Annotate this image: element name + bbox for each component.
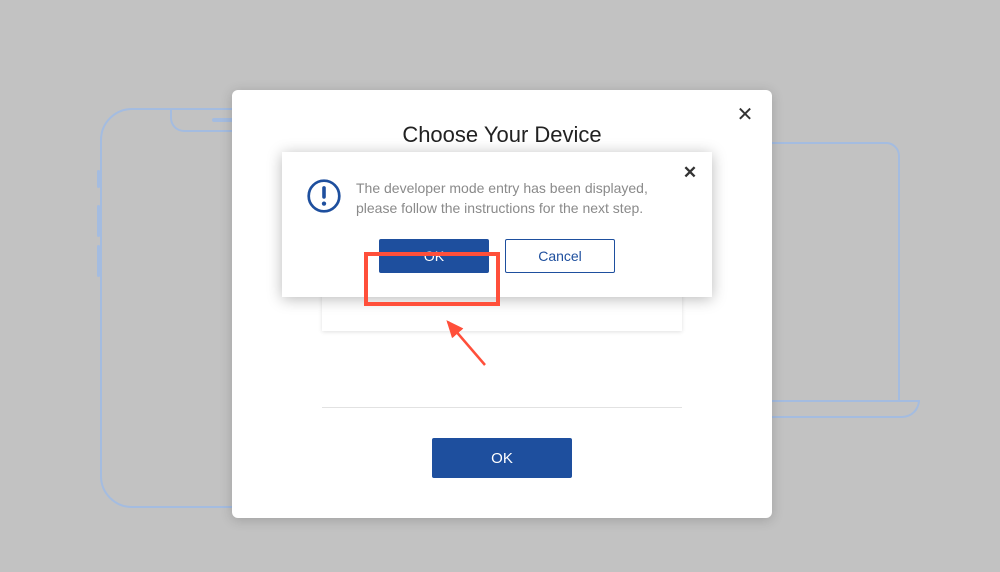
- modal-title: Choose Your Device: [262, 122, 742, 148]
- phone-side-button: [97, 170, 100, 188]
- button-label: OK: [424, 248, 444, 264]
- caution-icon: [306, 178, 342, 214]
- close-modal-button[interactable]: ✕: [732, 102, 758, 128]
- alert-cancel-button[interactable]: Cancel: [505, 239, 615, 273]
- button-label: Cancel: [538, 248, 582, 264]
- modal-ok-button[interactable]: OK: [432, 438, 572, 478]
- close-icon: ✕: [683, 163, 697, 182]
- alert-ok-button[interactable]: OK: [379, 239, 489, 273]
- phone-side-button: [97, 245, 100, 277]
- close-alert-button[interactable]: ✕: [678, 160, 702, 184]
- phone-side-button: [97, 205, 100, 237]
- choose-device-modal: ✕ Choose Your Device OK ✕ The developer …: [232, 90, 772, 518]
- developer-mode-alert: ✕ The developer mode entry has been disp…: [282, 152, 712, 297]
- divider: [322, 407, 682, 408]
- close-icon: ✕: [737, 104, 754, 126]
- button-label: OK: [491, 450, 513, 467]
- alert-message: The developer mode entry has been displa…: [356, 178, 688, 219]
